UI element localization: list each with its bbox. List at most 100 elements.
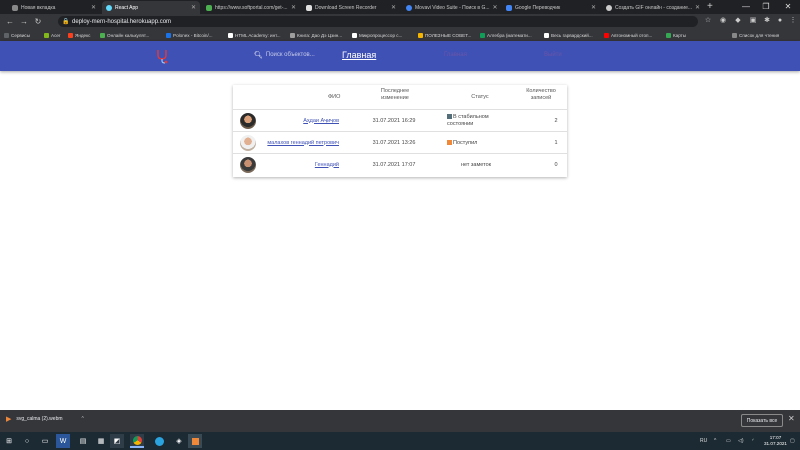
- address-bar[interactable]: 🔒 deploy-mern-hospital.herokuapp.com: [58, 16, 698, 27]
- tab-title: Новая вкладка: [21, 4, 56, 11]
- bookmark-label: Карты: [673, 32, 687, 38]
- tab-favicon-icon: [606, 4, 612, 11]
- maximize-icon[interactable]: ❐: [758, 0, 774, 14]
- close-tab-icon[interactable]: ✕: [91, 4, 96, 11]
- column-header-status: Статус: [471, 94, 489, 100]
- tab-title: https://www.softportal.com/get-...: [215, 4, 288, 11]
- bookmark-item[interactable]: Яндекс: [68, 29, 90, 41]
- close-tab-icon[interactable]: ✕: [191, 4, 196, 11]
- stethoscope-logo-icon[interactable]: [155, 48, 171, 64]
- telegram-icon[interactable]: [152, 434, 166, 448]
- patient-name-link[interactable]: малахов геннадий петрович: [244, 132, 339, 154]
- nav-link-logout[interactable]: Выйти: [544, 52, 562, 58]
- google-favicon-icon: [406, 4, 412, 11]
- app-icon[interactable]: ◩: [110, 434, 124, 448]
- file-explorer-icon[interactable]: ▤: [76, 434, 90, 448]
- bookmark-label: Онлайн калькулят...: [107, 32, 150, 38]
- forward-arrow-icon[interactable]: →: [18, 14, 30, 29]
- table-row[interactable]: Аҳдаи Аҷиҷов 31.07.2021 16:29 В стабильн…: [233, 109, 567, 132]
- download-file-name: svg_calma (2).webm: [16, 416, 63, 422]
- close-tab-icon[interactable]: ✕: [591, 4, 596, 11]
- network-icon[interactable]: ▭: [726, 432, 731, 450]
- table-row[interactable]: малахов геннадий петрович 31.07.2021 13:…: [233, 131, 567, 154]
- wifi-icon[interactable]: ◜: [752, 432, 754, 450]
- browser-tab[interactable]: Google Переводчик ✕: [502, 1, 600, 14]
- minimize-icon[interactable]: —: [738, 0, 754, 14]
- lock-icon: 🔒: [62, 19, 70, 25]
- extension-icon[interactable]: ◆: [733, 16, 743, 26]
- close-tab-icon[interactable]: ✕: [391, 4, 396, 11]
- maps-icon: [666, 32, 671, 38]
- close-tab-icon[interactable]: ✕: [695, 4, 700, 11]
- bookmark-item[interactable]: Микропроцессор с...: [352, 29, 402, 41]
- bookmark-item[interactable]: Acer: [44, 29, 60, 41]
- language-indicator[interactable]: RU: [700, 432, 707, 450]
- puzzle-icon[interactable]: ✱: [762, 16, 772, 26]
- bookmark-label: HTML Academy: инт...: [235, 32, 281, 38]
- bookmark-item[interactable]: Сервисы: [4, 29, 30, 41]
- profile-icon[interactable]: ●: [775, 16, 785, 26]
- patient-name-link[interactable]: Геннадий: [244, 154, 339, 176]
- star-icon[interactable]: ☆: [703, 16, 713, 26]
- patient-name-link[interactable]: Аҳдаи Аҷиҷов: [244, 110, 339, 132]
- tab-title: Создать GIF онлайн - создание...: [615, 4, 693, 11]
- browser-tab[interactable]: Movavi Video Suite - Поиск в G... ✕: [402, 1, 500, 14]
- extension-icon[interactable]: ▣: [748, 16, 758, 26]
- bookmark-item[interactable]: Онлайн калькулят...: [100, 29, 149, 41]
- bookmark-label: Книга: Дао Дэ Цзин...: [297, 32, 343, 38]
- browser-tab[interactable]: https://www.softportal.com/get-... ✕: [202, 1, 300, 14]
- taskbar-clock[interactable]: 17:07 31.07.2021: [764, 435, 787, 447]
- windows-start-icon[interactable]: ⊞: [2, 434, 16, 448]
- close-tab-icon[interactable]: ✕: [291, 4, 296, 11]
- bookmark-item[interactable]: Книга: Дао Дэ Цзин...: [290, 29, 342, 41]
- video-file-icon: ▶: [6, 416, 12, 423]
- close-tab-icon[interactable]: ✕: [493, 4, 498, 11]
- close-download-bar-icon[interactable]: ✕: [788, 414, 795, 423]
- browser-tab-active[interactable]: React App ✕: [102, 1, 200, 14]
- new-tab-button[interactable]: +: [707, 1, 713, 13]
- notifications-icon[interactable]: ▢: [790, 432, 795, 450]
- reload-icon[interactable]: ↻: [32, 14, 44, 29]
- status-text: Поступил: [453, 139, 478, 146]
- app-icon[interactable]: ▦: [94, 434, 108, 448]
- bookmark-item[interactable]: Алгебра (математи...: [480, 29, 532, 41]
- show-all-downloads-button[interactable]: Показать все: [741, 414, 783, 427]
- search-input[interactable]: Поиск объектов...: [266, 52, 315, 58]
- bookmark-label: Acer: [51, 32, 61, 38]
- volume-icon[interactable]: ◁): [738, 432, 744, 450]
- bookmark-item[interactable]: HTML Academy: инт...: [228, 29, 281, 41]
- recorder-app-icon[interactable]: [188, 434, 202, 448]
- reading-list-button[interactable]: Список для чтения: [732, 29, 779, 41]
- status-cell: Поступил: [447, 132, 507, 154]
- browser-tab[interactable]: Новая вкладка ✕: [8, 1, 100, 14]
- download-item[interactable]: ▶ svg_calma (2).webm ^: [6, 415, 84, 423]
- status-cell: нет заметок: [447, 154, 505, 176]
- back-arrow-icon[interactable]: ←: [4, 14, 16, 29]
- table-row[interactable]: Геннадий 31.07.2021 17:07 нет заметок 0: [233, 153, 567, 176]
- bookmark-item[interactable]: Карты: [666, 29, 686, 41]
- task-view-icon[interactable]: ▭: [38, 434, 52, 448]
- browser-tab[interactable]: Download Screen Recorder ✕: [302, 1, 400, 14]
- bookmark-label: Сервисы: [11, 32, 31, 38]
- bookmark-item[interactable]: Автономный отоп...: [604, 29, 652, 41]
- extension-icon[interactable]: ◉: [718, 16, 728, 26]
- nav-link-main[interactable]: Главная: [342, 50, 376, 60]
- chrome-icon[interactable]: [130, 434, 144, 448]
- nav-link-main-faint[interactable]: Главная: [444, 52, 467, 58]
- browser-tab[interactable]: Создать GIF онлайн - создание... ✕: [602, 1, 702, 14]
- tab-title: Google Переводчик: [515, 4, 561, 11]
- bookmark-item[interactable]: ПОЛЕЗНЫЕ СОВЕТ...: [418, 29, 471, 41]
- search-box[interactable]: 🔍︎ Поиск объектов...: [254, 51, 315, 59]
- bookmark-item[interactable]: Весь гарвардский...: [544, 29, 593, 41]
- app-icon[interactable]: ◈: [172, 434, 186, 448]
- close-window-icon[interactable]: ✕: [780, 0, 796, 14]
- menu-dots-icon[interactable]: ⋮: [788, 16, 798, 26]
- last-change-date: 31.07.2021 13:26: [372, 140, 416, 146]
- bookmark-item[interactable]: Polonex - Bitcoin/...: [166, 29, 213, 41]
- word-app-icon[interactable]: W: [56, 434, 70, 448]
- last-change-date: 31.07.2021 16:29: [372, 118, 416, 124]
- search-icon[interactable]: ○: [20, 434, 34, 448]
- chevron-up-icon[interactable]: ^: [714, 432, 716, 450]
- chevron-up-icon[interactable]: ^: [82, 416, 84, 422]
- column-header-last-change: Последнее изменение: [380, 88, 410, 101]
